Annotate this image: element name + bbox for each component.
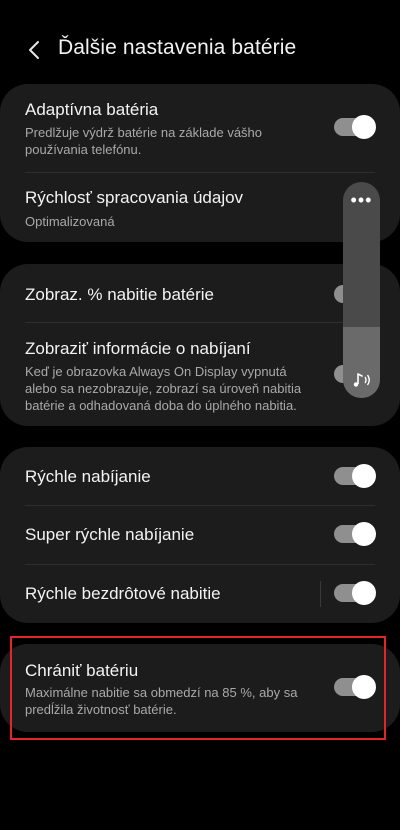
toggle-knob [352,115,376,139]
setting-label: Adaptívna batéria [25,100,159,119]
setting-label: Super rýchle nabíjanie [25,525,195,544]
vertical-separator [320,581,321,607]
super-fast-charging-toggle[interactable] [334,522,376,546]
setting-label: Rýchle bezdrôtové nabitie [25,584,221,603]
card-battery-general: Adaptívna batéria Predlžuje výdrž batéri… [0,84,400,242]
setting-processing-speed[interactable]: Rýchlosť spracovania údajov Optimalizova… [0,172,400,242]
setting-adaptive-battery[interactable]: Adaptívna batéria Predlžuje výdrž batéri… [0,84,400,172]
setting-label: Rýchlosť spracovania údajov [25,188,244,207]
toggle-knob [352,581,376,605]
setting-description: Predlžuje výdrž batérie na základe vášho… [25,125,263,157]
toggle-knob [352,464,376,488]
highlight-box [10,636,386,740]
fast-charging-toggle[interactable] [334,464,376,488]
volume-panel[interactable]: ••• [343,182,380,398]
setting-charging-info[interactable]: Zobraziť informácie o nabíjaní Keď je ob… [0,322,400,426]
setting-value: Optimalizovaná [25,214,115,229]
back-button[interactable] [18,34,50,66]
toggle-knob [352,522,376,546]
card-battery-display: Zobraz. % nabitie batérie Zobraziť infor… [0,264,400,426]
setting-label: Zobraziť informácie o nabíjaní [25,339,251,358]
setting-description: Keď je obrazovka Always On Display vypnu… [25,364,302,413]
media-volume-icon[interactable] [343,370,380,390]
page-title: Ďalšie nastavenia batérie [58,36,297,59]
setting-label: Rýchle nabíjanie [25,467,151,486]
card-charging-options: Rýchle nabíjanie Super rýchle nabíjanie … [0,447,400,623]
setting-fast-wireless-charging[interactable]: Rýchle bezdrôtové nabitie [0,564,400,623]
setting-show-percentage[interactable]: Zobraz. % nabitie batérie [0,264,400,322]
adaptive-battery-toggle[interactable] [334,115,376,139]
chevron-left-icon [29,41,39,59]
setting-fast-charging[interactable]: Rýchle nabíjanie [0,447,400,505]
fast-wireless-charging-toggle[interactable] [334,581,376,605]
setting-super-fast-charging[interactable]: Super rýchle nabíjanie [0,505,400,564]
more-options-icon[interactable]: ••• [343,190,380,211]
setting-label: Zobraz. % nabitie batérie [25,285,214,304]
